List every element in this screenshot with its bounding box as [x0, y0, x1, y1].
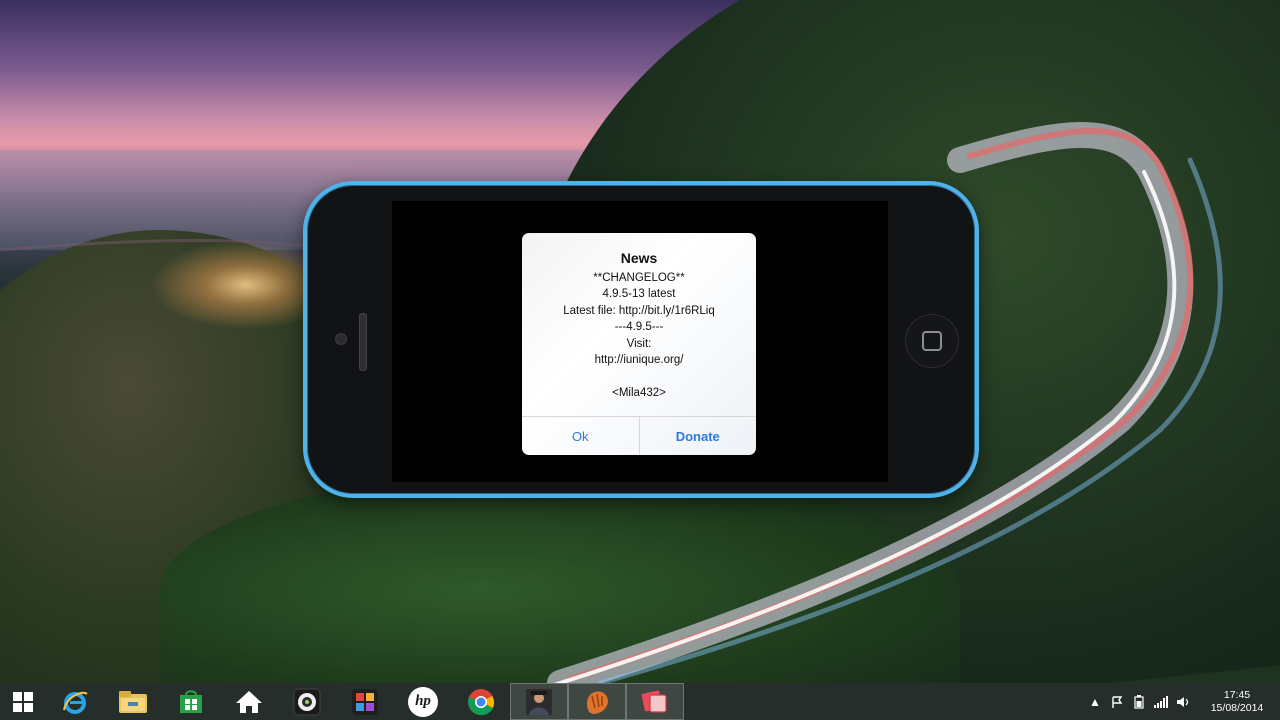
taskbar-media-app[interactable] [278, 683, 336, 720]
taskbar-photo-app[interactable] [336, 683, 394, 720]
donate-button[interactable]: Donate [638, 417, 757, 455]
alert-line [522, 368, 756, 384]
person-icon [526, 688, 552, 715]
taskbar-clock[interactable]: 17:45 15/08/2014 [1194, 689, 1280, 715]
taskbar-baseball-app[interactable] [568, 683, 626, 720]
taskbar-windows-store[interactable] [162, 683, 220, 720]
ok-button[interactable]: Ok [522, 417, 639, 455]
alert-line: ---4.9.5--- [614, 321, 664, 334]
taskbar-file-explorer[interactable] [104, 683, 162, 720]
action-center-flag-icon[interactable] [1106, 683, 1128, 720]
alert-title: News [620, 250, 658, 266]
taskbar-avatar-app[interactable] [510, 683, 568, 720]
colorful-icon [352, 688, 378, 715]
start-button[interactable] [0, 683, 46, 720]
network-signal-icon[interactable] [1150, 683, 1172, 720]
disc-icon [293, 688, 321, 715]
taskbar-phone-mirror-app[interactable] [626, 683, 684, 720]
battery-icon[interactable] [1128, 683, 1150, 720]
phone-speaker [359, 313, 367, 371]
alert-line: 4.9.5-13 latest [602, 288, 676, 301]
volume-icon[interactable] [1172, 683, 1194, 720]
windows-logo-icon [13, 691, 33, 712]
hp-logo-icon: hp [408, 686, 438, 717]
iphone-mirror-window: News **CHANGELOG** 4.9.5-13 latest Lates… [303, 181, 979, 498]
taskbar-chrome[interactable] [452, 683, 510, 720]
alert-line: http://iunique.org/ [594, 353, 684, 366]
chrome-icon [468, 688, 495, 715]
phone-camera [335, 333, 347, 345]
alert-line: <Mila432> [612, 386, 666, 399]
alert-button-bar: Ok Donate [522, 416, 756, 455]
alert-line: **CHANGELOG** [593, 272, 685, 284]
ie-icon [63, 691, 88, 714]
alert-line: Visit: [626, 337, 652, 350]
news-alert-dialog: News **CHANGELOG** 4.9.5-13 latest Lates… [522, 233, 756, 455]
phone-screen: News **CHANGELOG** 4.9.5-13 latest Lates… [392, 201, 888, 482]
taskbar-internet-explorer[interactable] [46, 683, 104, 720]
taskbar-home[interactable] [220, 683, 278, 720]
home-icon [236, 690, 262, 713]
system-tray: ▲ 17:45 15/08/2014 [1084, 683, 1280, 720]
phone-mirror-icon [641, 690, 667, 713]
windows-taskbar: hp ▲ 17:45 15/08/2014 [0, 683, 1280, 720]
alert-body: **CHANGELOG** 4.9.5-13 latest Latest fil… [522, 270, 756, 401]
folder-icon [119, 690, 147, 713]
clock-date: 15/08/2014 [1210, 701, 1264, 714]
home-square-icon [922, 331, 942, 351]
taskbar-hp-app[interactable]: hp [394, 683, 452, 720]
tray-expand-icon[interactable]: ▲ [1084, 683, 1106, 720]
clock-time: 17:45 [1223, 688, 1251, 701]
hp-logo-text: hp [415, 693, 431, 709]
home-button[interactable] [905, 314, 959, 368]
alert-line: Latest file: http://bit.ly/1r6RLiq [563, 304, 715, 317]
store-icon [180, 689, 202, 713]
glove-icon [587, 690, 608, 714]
